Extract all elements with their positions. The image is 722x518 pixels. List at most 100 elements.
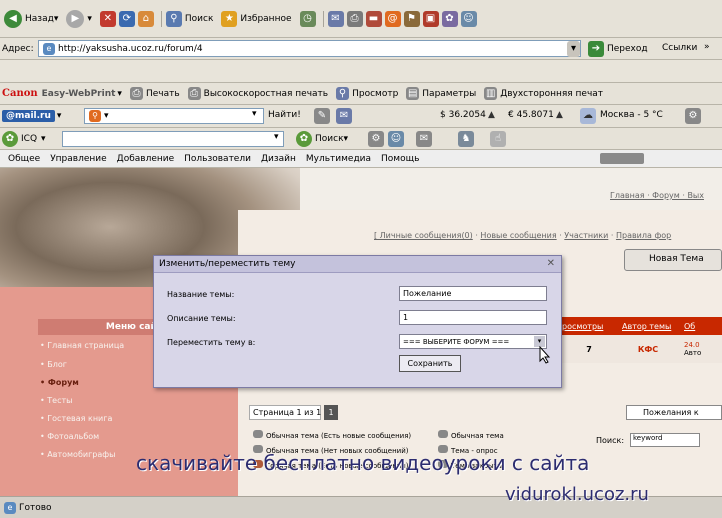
status-text: Готово	[19, 502, 52, 513]
canon-preview-button[interactable]: ⚲ Просмотр	[336, 87, 398, 100]
new-topic-label: Новая Тема	[649, 254, 704, 264]
legend-text: Обычная тема	[451, 432, 504, 440]
nav-members[interactable]: Участники	[564, 231, 608, 240]
icq-search-button[interactable]: ✿ Поиск ▾	[296, 131, 348, 147]
history-icon[interactable]: ◷	[299, 10, 316, 27]
icq-search-icon: ✿	[296, 131, 312, 147]
go-arrow-icon: ➔	[588, 41, 604, 57]
mailru-settings-icon[interactable]: ⚙	[685, 108, 701, 124]
sidebar-item-photos[interactable]: • Фотоальбом	[40, 432, 99, 441]
sidebar-item-forum[interactable]: • Форум	[40, 378, 79, 387]
ucoz-logo[interactable]	[600, 153, 644, 164]
topic-desc-value: 1	[403, 313, 409, 322]
nav-rules[interactable]: Правила фор	[616, 231, 671, 240]
address-input[interactable]: e http://yaksusha.ucoz.ru/forum/4	[38, 40, 581, 57]
legend-item: Обычная тема (Есть новые сообщения)	[253, 430, 411, 440]
flower-icon[interactable]: ✿	[441, 10, 458, 27]
forum-search-input[interactable]: keyword	[630, 433, 700, 447]
sidebar-item-home[interactable]: • Главная страница	[40, 341, 124, 350]
nav-private-messages[interactable]: [ Личные сообщения(0)	[374, 231, 473, 240]
sidebar-item-autographs[interactable]: • Автомобиграфы	[40, 450, 115, 459]
topic-desc-input[interactable]: 1	[399, 310, 547, 325]
mailru-search-input[interactable]: ⚲ ▾	[84, 108, 264, 124]
canon-params-label: Параметры	[422, 88, 477, 99]
close-icon[interactable]: ✕	[547, 258, 555, 269]
canon-product[interactable]: Easy-WebPrint	[42, 89, 116, 99]
new-topic-button[interactable]: Новая Тема	[624, 249, 722, 271]
column-last[interactable]: Об	[678, 322, 695, 331]
canon-print-button[interactable]: ⎙ Печать	[129, 87, 180, 100]
search-label: Поиск	[184, 13, 214, 24]
watermark-line1: скачивайте бесплатно видеоуроки с сайта	[136, 451, 590, 475]
top-right-links[interactable]: Главная · Форум · Вых	[610, 191, 704, 200]
dialog-title: Изменить/переместить тему	[159, 259, 296, 269]
topic-name-value: Пожелание	[403, 289, 452, 298]
menu-item-users[interactable]: Пользователи	[184, 154, 251, 164]
mailru-find-button[interactable]: Найти!	[268, 110, 301, 120]
print-icon[interactable]: ⎙	[346, 10, 363, 27]
stop-icon[interactable]: ✕	[99, 10, 116, 27]
menu-item-management[interactable]: Управление	[50, 154, 106, 164]
search-button[interactable]: ⚲ Поиск	[165, 10, 214, 27]
people-icon[interactable]: ☺	[460, 10, 477, 27]
column-views[interactable]: росмотры	[560, 322, 618, 331]
menu-item-design[interactable]: Дизайн	[261, 154, 296, 164]
icq-toolbar: ✿ ICQ ▾ ▾ ✿ Поиск ▾ ⚙ ☺ ✉ ♞ ☝	[0, 128, 722, 150]
mailru-dropdown-icon[interactable]: ▾	[252, 109, 257, 119]
navigation-toolbar: ◀ Назад ▾ ▶ ▾ ✕ ⟳ ⌂ ⚲ Поиск ★ Избранное …	[0, 0, 722, 38]
icq-label[interactable]: ICQ	[21, 134, 37, 144]
weather-label[interactable]: Москва - 5 °С	[600, 110, 663, 120]
icq-hand-icon[interactable]: ☝	[490, 131, 506, 147]
current-page-button[interactable]: 1	[324, 405, 338, 420]
icq-game-icon[interactable]: ♞	[458, 131, 474, 147]
mailru-logo[interactable]: @mail.ru	[2, 110, 55, 122]
bookmark-icon[interactable]: ▣	[422, 10, 439, 27]
menu-item-multimedia[interactable]: Мультимедиа	[306, 154, 371, 164]
messenger-icon[interactable]: ⚑	[403, 10, 420, 27]
forum-jump-value: Пожелания к	[643, 408, 699, 417]
forum-search-value: keyword	[633, 434, 663, 442]
dialog-header[interactable]: Изменить/переместить тему ✕	[154, 256, 561, 273]
icq-search-input[interactable]	[62, 131, 284, 147]
topic-name-input[interactable]: Пожелание	[399, 286, 547, 301]
icq-chat-icon[interactable]: ✉	[416, 131, 432, 147]
pencil-icon[interactable]: ✎	[314, 108, 330, 124]
icq-tool-icon[interactable]: ⚙	[368, 131, 384, 147]
icq-dropdown-icon[interactable]: ▾	[274, 132, 279, 142]
refresh-icon[interactable]: ⟳	[118, 10, 135, 27]
links-label[interactable]: Ссылки	[662, 43, 697, 53]
address-url: http://yaksusha.ucoz.ru/forum/4	[58, 43, 203, 54]
mail-icon[interactable]: ✉	[327, 10, 344, 27]
canon-fast-print-button[interactable]: ⎙ Высокоскоростная печать	[187, 87, 328, 100]
canon-params-button[interactable]: ▤ Параметры	[406, 87, 476, 100]
favorites-button[interactable]: ★ Избранное	[221, 10, 292, 27]
go-button[interactable]: ➔ Переход	[588, 41, 648, 57]
sidebar-item-tests[interactable]: • Тесты	[40, 396, 72, 405]
canon-duplex-button[interactable]: ▥ Двухсторонняя печат	[484, 87, 603, 100]
icq-people-icon[interactable]: ☺	[388, 131, 404, 147]
table-row: 7 КФС 24.0 Авто	[560, 335, 722, 363]
toolbar-separator	[160, 10, 162, 27]
nav-new-messages[interactable]: Новые сообщения	[480, 231, 556, 240]
mail-icon[interactable]: ✉	[336, 108, 352, 124]
mailru-agent-icon[interactable]: @	[384, 10, 401, 27]
menu-item-add[interactable]: Добавление	[117, 154, 174, 164]
menu-item-help[interactable]: Помощь	[381, 154, 419, 164]
column-author[interactable]: Автор темы	[618, 322, 678, 331]
edit-icon[interactable]: ▬	[365, 10, 382, 27]
sidebar-item-guestbook[interactable]: • Гостевая книга	[40, 414, 112, 423]
forward-button[interactable]: ▶ ▾	[66, 9, 92, 28]
usd-rate: $ 36.2054	[440, 110, 486, 120]
links-chevron-icon[interactable]: »	[704, 42, 710, 52]
back-button[interactable]: ◀ Назад ▾	[4, 9, 58, 28]
menu-item-general[interactable]: Общее	[8, 154, 40, 164]
sidebar-item-blog[interactable]: • Блог	[40, 360, 67, 369]
row-author[interactable]: КФС	[618, 345, 678, 354]
save-button[interactable]: Сохранить	[399, 355, 461, 372]
sidebar-item-label: Главная страница	[47, 341, 125, 350]
save-label: Сохранить	[407, 359, 453, 368]
move-topic-select[interactable]: === ВЫБЕРИТЕ ФОРУМ === ▾	[399, 334, 547, 349]
home-icon[interactable]: ⌂	[137, 10, 154, 27]
forum-jump-select[interactable]: Пожелания к	[626, 405, 722, 420]
address-dropdown-icon[interactable]: ▾	[567, 41, 580, 57]
